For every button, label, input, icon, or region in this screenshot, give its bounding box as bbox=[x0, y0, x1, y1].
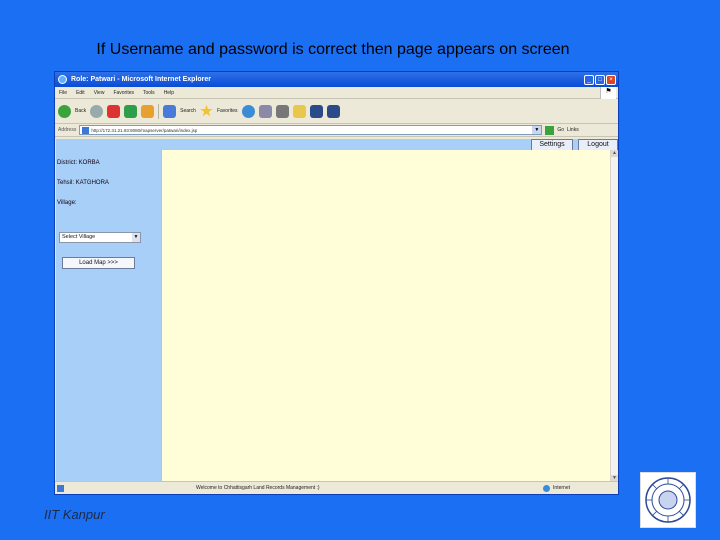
zone-indicator: Internet bbox=[543, 484, 570, 492]
globe-icon bbox=[543, 484, 551, 492]
address-dropdown-icon[interactable]: ▼ bbox=[532, 126, 542, 134]
zone-label: Internet bbox=[553, 485, 570, 491]
address-bar: Address http://172.31.21.93:8080/mapserv… bbox=[55, 124, 618, 137]
iit-kanpur-logo bbox=[640, 472, 696, 528]
refresh-icon[interactable] bbox=[124, 104, 138, 118]
stop-icon[interactable] bbox=[107, 104, 121, 118]
village-select-value: Select Village bbox=[62, 234, 96, 240]
mail-icon[interactable] bbox=[258, 104, 272, 118]
menu-tools[interactable]: Tools bbox=[143, 90, 155, 96]
maximize-button[interactable]: □ bbox=[595, 74, 605, 85]
menu-help[interactable]: Help bbox=[164, 90, 174, 96]
ie-icon bbox=[58, 75, 67, 84]
page-content: Settings Logout District: KORBA Tehsil: … bbox=[56, 139, 618, 482]
messenger-icon[interactable] bbox=[326, 104, 340, 118]
close-button[interactable]: × bbox=[606, 74, 616, 85]
tehsil-text: Tehsil: KATGHORA bbox=[57, 180, 109, 186]
menu-file[interactable]: File bbox=[59, 90, 67, 96]
research-icon[interactable] bbox=[309, 104, 323, 118]
load-map-button[interactable]: Load Map >>> bbox=[62, 257, 135, 269]
map-area[interactable] bbox=[161, 150, 610, 482]
slide-title: If Username and password is correct then… bbox=[96, 41, 570, 58]
footer-text: IIT Kanpur bbox=[44, 507, 105, 522]
menu-edit[interactable]: Edit bbox=[76, 90, 85, 96]
chevron-down-icon[interactable]: ▼ bbox=[132, 233, 140, 242]
vertical-scrollbar[interactable]: ▲ ▼ bbox=[610, 150, 618, 482]
toolbar-divider bbox=[158, 103, 160, 119]
links-label[interactable]: Links bbox=[567, 127, 579, 133]
print-icon[interactable] bbox=[275, 104, 289, 118]
status-bar: Welcome to Chhattisgarh Land Records Man… bbox=[55, 481, 618, 494]
village-select[interactable]: Select Village ▼ bbox=[59, 232, 141, 243]
home-icon[interactable] bbox=[141, 104, 155, 118]
status-message: Welcome to Chhattisgarh Land Records Man… bbox=[196, 485, 320, 491]
menu-favorites[interactable]: Favorites bbox=[113, 90, 134, 96]
window-title: Role: Patwari - Microsoft Internet Explo… bbox=[71, 76, 212, 83]
address-input[interactable]: http://172.31.21.93:8080/mapserver/patwa… bbox=[79, 125, 543, 135]
search-icon[interactable] bbox=[163, 104, 177, 118]
favorites-icon[interactable] bbox=[200, 104, 213, 117]
toolbar: Back Search Favorites bbox=[55, 99, 618, 124]
sidebar: District: KORBA Tehsil: KATGHORA Village… bbox=[56, 150, 160, 482]
windows-flag-icon: ⚑ bbox=[600, 87, 616, 99]
title-bar: Role: Patwari - Microsoft Internet Explo… bbox=[55, 72, 618, 87]
menu-view[interactable]: View bbox=[94, 90, 105, 96]
page-icon bbox=[82, 126, 90, 134]
district-text: District: KORBA bbox=[57, 160, 100, 166]
browser-window: Role: Patwari - Microsoft Internet Explo… bbox=[54, 71, 619, 495]
back-label[interactable]: Back bbox=[75, 108, 86, 114]
forward-icon[interactable] bbox=[90, 104, 104, 118]
address-url[interactable]: http://172.31.21.93:8080/mapserver/patwa… bbox=[91, 128, 197, 133]
edit-icon[interactable] bbox=[292, 104, 306, 118]
search-label[interactable]: Search bbox=[180, 108, 196, 114]
history-icon[interactable] bbox=[241, 104, 255, 118]
back-icon[interactable] bbox=[58, 104, 71, 118]
go-icon[interactable] bbox=[545, 125, 555, 135]
menu-bar: File Edit View Favorites Tools Help ⚑ bbox=[55, 87, 618, 99]
favorites-label[interactable]: Favorites bbox=[217, 108, 238, 114]
minimize-button[interactable]: _ bbox=[584, 74, 594, 85]
go-label[interactable]: Go bbox=[557, 127, 564, 133]
status-page-icon bbox=[57, 484, 64, 492]
village-label: Village: bbox=[57, 200, 77, 206]
window-controls: _ □ × bbox=[584, 74, 616, 85]
address-label: Address bbox=[58, 127, 77, 133]
seal-icon bbox=[645, 477, 691, 523]
scroll-up-icon[interactable]: ▲ bbox=[611, 150, 618, 157]
page-header: Settings Logout bbox=[56, 139, 618, 151]
